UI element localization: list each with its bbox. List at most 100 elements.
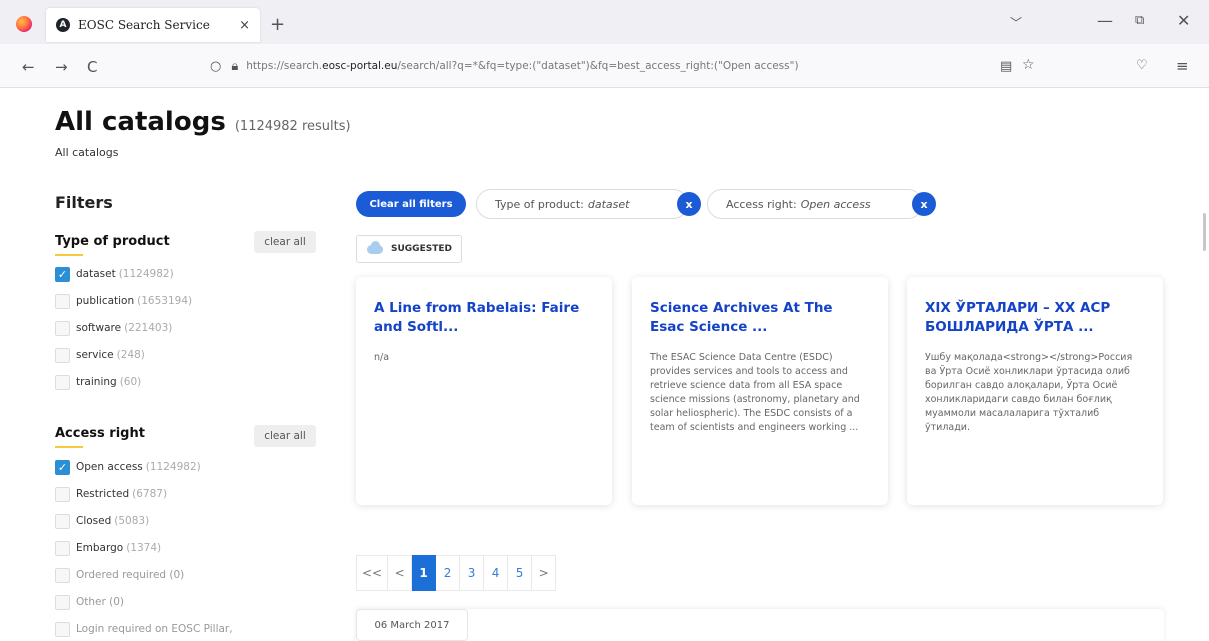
- prev-page-button[interactable]: <: [388, 555, 413, 591]
- checkbox-icon[interactable]: [55, 320, 70, 336]
- filter-option-label: Other (0): [76, 596, 125, 608]
- checkbox-icon[interactable]: [55, 540, 70, 556]
- card-title-link[interactable]: A Line from Rabelais: Faire and Softl...: [374, 299, 594, 337]
- heading-underline: [55, 254, 83, 256]
- back-arrow-icon[interactable]: ←: [22, 58, 35, 76]
- filter-option-label: dataset: [76, 268, 116, 280]
- filter-option[interactable]: service (248): [55, 346, 145, 364]
- filter-option-label: Closed: [76, 515, 112, 527]
- page-button-3[interactable]: 3: [460, 555, 485, 591]
- checkbox-icon[interactable]: [55, 374, 70, 390]
- checkbox-checked-icon[interactable]: ✓: [55, 459, 70, 475]
- browser-tab-bar: A EOSC Search Service × + ﹀ — ⧉ ✕: [0, 0, 1209, 44]
- filter-option-count: (1653194): [137, 295, 193, 307]
- clear-access-right-button[interactable]: clear all: [254, 425, 316, 447]
- tracking-shield-icon[interactable]: ○: [210, 59, 221, 74]
- card-description: The ESAC Science Data Centre (ESDC) prov…: [650, 352, 860, 433]
- remove-chip-button[interactable]: x: [912, 192, 936, 216]
- remove-chip-button[interactable]: x: [677, 192, 701, 216]
- checkbox-icon[interactable]: [55, 347, 70, 363]
- filter-option-count: (1374): [126, 542, 162, 554]
- checkbox-icon[interactable]: [55, 567, 70, 583]
- type-of-product-chip: Type of product: dataset x: [476, 189, 701, 219]
- clear-type-of-product-button[interactable]: clear all: [254, 231, 316, 253]
- filter-option-label: Restricted: [76, 488, 130, 500]
- filter-option[interactable]: ✓ Open access (1124982): [55, 458, 201, 476]
- filter-option[interactable]: Embargo (1374): [55, 539, 161, 557]
- result-card: 06 March 2017: [356, 609, 1164, 641]
- list-all-tabs-icon[interactable]: ﹀: [1010, 14, 1022, 31]
- filters-heading: Filters: [55, 193, 113, 212]
- scrollbar-thumb[interactable]: [1203, 213, 1206, 251]
- suggested-card[interactable]: A Line from Rabelais: Faire and Softl...…: [356, 277, 612, 505]
- filter-option-count: (248): [116, 349, 145, 361]
- checkbox-icon[interactable]: [55, 621, 70, 637]
- tab-close-icon[interactable]: ×: [239, 18, 250, 33]
- reload-icon[interactable]: C: [87, 58, 97, 76]
- filter-option[interactable]: Login required on EOSC Pillar,: [55, 620, 236, 638]
- heading-underline: [55, 446, 83, 448]
- filter-option[interactable]: Ordered required (0): [55, 566, 187, 584]
- pocket-icon[interactable]: ♡: [1136, 58, 1148, 73]
- filter-option-label: service: [76, 349, 114, 361]
- card-title-link[interactable]: Science Archives At The Esac Science ...: [650, 299, 870, 337]
- page-button-4[interactable]: 4: [484, 555, 509, 591]
- filter-option-label: software: [76, 322, 122, 334]
- page-title: All catalogs (1124982 results): [55, 107, 351, 137]
- bookmark-star-icon[interactable]: ☆: [1022, 57, 1035, 73]
- hamburger-menu-icon[interactable]: ≡: [1176, 57, 1189, 75]
- suggested-card[interactable]: Science Archives At The Esac Science ...…: [632, 277, 888, 505]
- browser-nav-bar: ← → C ○ 🔒︎ https://search.eosc-portal.eu…: [0, 44, 1209, 88]
- url-text[interactable]: https://search.eosc-portal.eu/search/all…: [246, 60, 798, 72]
- type-of-product-heading: Type of product: [55, 234, 170, 249]
- access-right-chip: Access right: Open access x: [707, 189, 936, 219]
- filter-option[interactable]: Other (0): [55, 593, 127, 611]
- filter-option-count: (1124982): [145, 461, 201, 473]
- checkbox-icon[interactable]: [55, 594, 70, 610]
- reader-view-icon[interactable]: ▤: [1000, 59, 1012, 74]
- filter-option-label: Ordered required (0): [76, 569, 185, 581]
- checkbox-icon[interactable]: [55, 486, 70, 502]
- filter-option[interactable]: ✓ dataset (1124982): [55, 265, 174, 283]
- filter-option[interactable]: Restricted (6787): [55, 485, 167, 503]
- address-bar[interactable]: ○ 🔒︎ https://search.eosc-portal.eu/searc…: [210, 52, 1040, 80]
- card-title-link[interactable]: XIX ЎРТАЛАРИ – XX АСР БОШЛАРИДА ЎРТА ...: [925, 299, 1145, 337]
- browser-tab-active[interactable]: A EOSC Search Service ×: [46, 8, 260, 42]
- filter-option-count: (6787): [132, 488, 168, 500]
- page-content: All catalogs (1124982 results) All catal…: [0, 89, 1209, 641]
- filter-option[interactable]: Closed (5083): [55, 512, 149, 530]
- page-button-1[interactable]: 1: [412, 555, 437, 591]
- filter-option-label: Login required on EOSC Pillar,: [76, 623, 233, 635]
- restore-window-icon[interactable]: ⧉: [1135, 13, 1144, 28]
- lock-icon[interactable]: 🔒︎: [231, 59, 238, 74]
- card-description: Ушбу мақолада<strong></strong>Россия ва …: [925, 352, 1133, 433]
- checkbox-icon[interactable]: [55, 513, 70, 529]
- checkbox-icon[interactable]: [55, 293, 70, 309]
- filter-option-count: (5083): [114, 515, 150, 527]
- filter-option-label: training: [76, 376, 117, 388]
- firefox-icon: [16, 16, 32, 32]
- close-window-icon[interactable]: ✕: [1177, 11, 1190, 30]
- suggested-card[interactable]: XIX ЎРТАЛАРИ – XX АСР БОШЛАРИДА ЎРТА ...…: [907, 277, 1163, 505]
- filter-option-count: (60): [119, 376, 142, 388]
- first-page-button[interactable]: <<: [356, 555, 389, 591]
- minimize-window-icon[interactable]: —: [1097, 11, 1113, 30]
- filter-option[interactable]: software (221403): [55, 319, 172, 337]
- filter-option-label: Embargo: [76, 542, 124, 554]
- suggested-button[interactable]: SUGGESTED: [356, 235, 462, 263]
- filter-option[interactable]: publication (1653194): [55, 292, 192, 310]
- page-button-2[interactable]: 2: [436, 555, 461, 591]
- checkbox-checked-icon[interactable]: ✓: [55, 266, 70, 282]
- page-button-5[interactable]: 5: [508, 555, 533, 591]
- filter-option[interactable]: training (60): [55, 373, 141, 391]
- cloud-icon: [367, 240, 383, 254]
- next-page-button[interactable]: >: [532, 555, 557, 591]
- results-count: (1124982 results): [234, 119, 351, 134]
- forward-arrow-icon[interactable]: →: [55, 58, 68, 76]
- angular-favicon-icon: A: [56, 18, 70, 32]
- filter-option-count: (1124982): [118, 268, 174, 280]
- filter-option-label: publication: [76, 295, 135, 307]
- access-right-heading: Access right: [55, 426, 145, 441]
- clear-all-filters-button[interactable]: Clear all filters: [356, 191, 466, 217]
- new-tab-button[interactable]: +: [270, 14, 285, 35]
